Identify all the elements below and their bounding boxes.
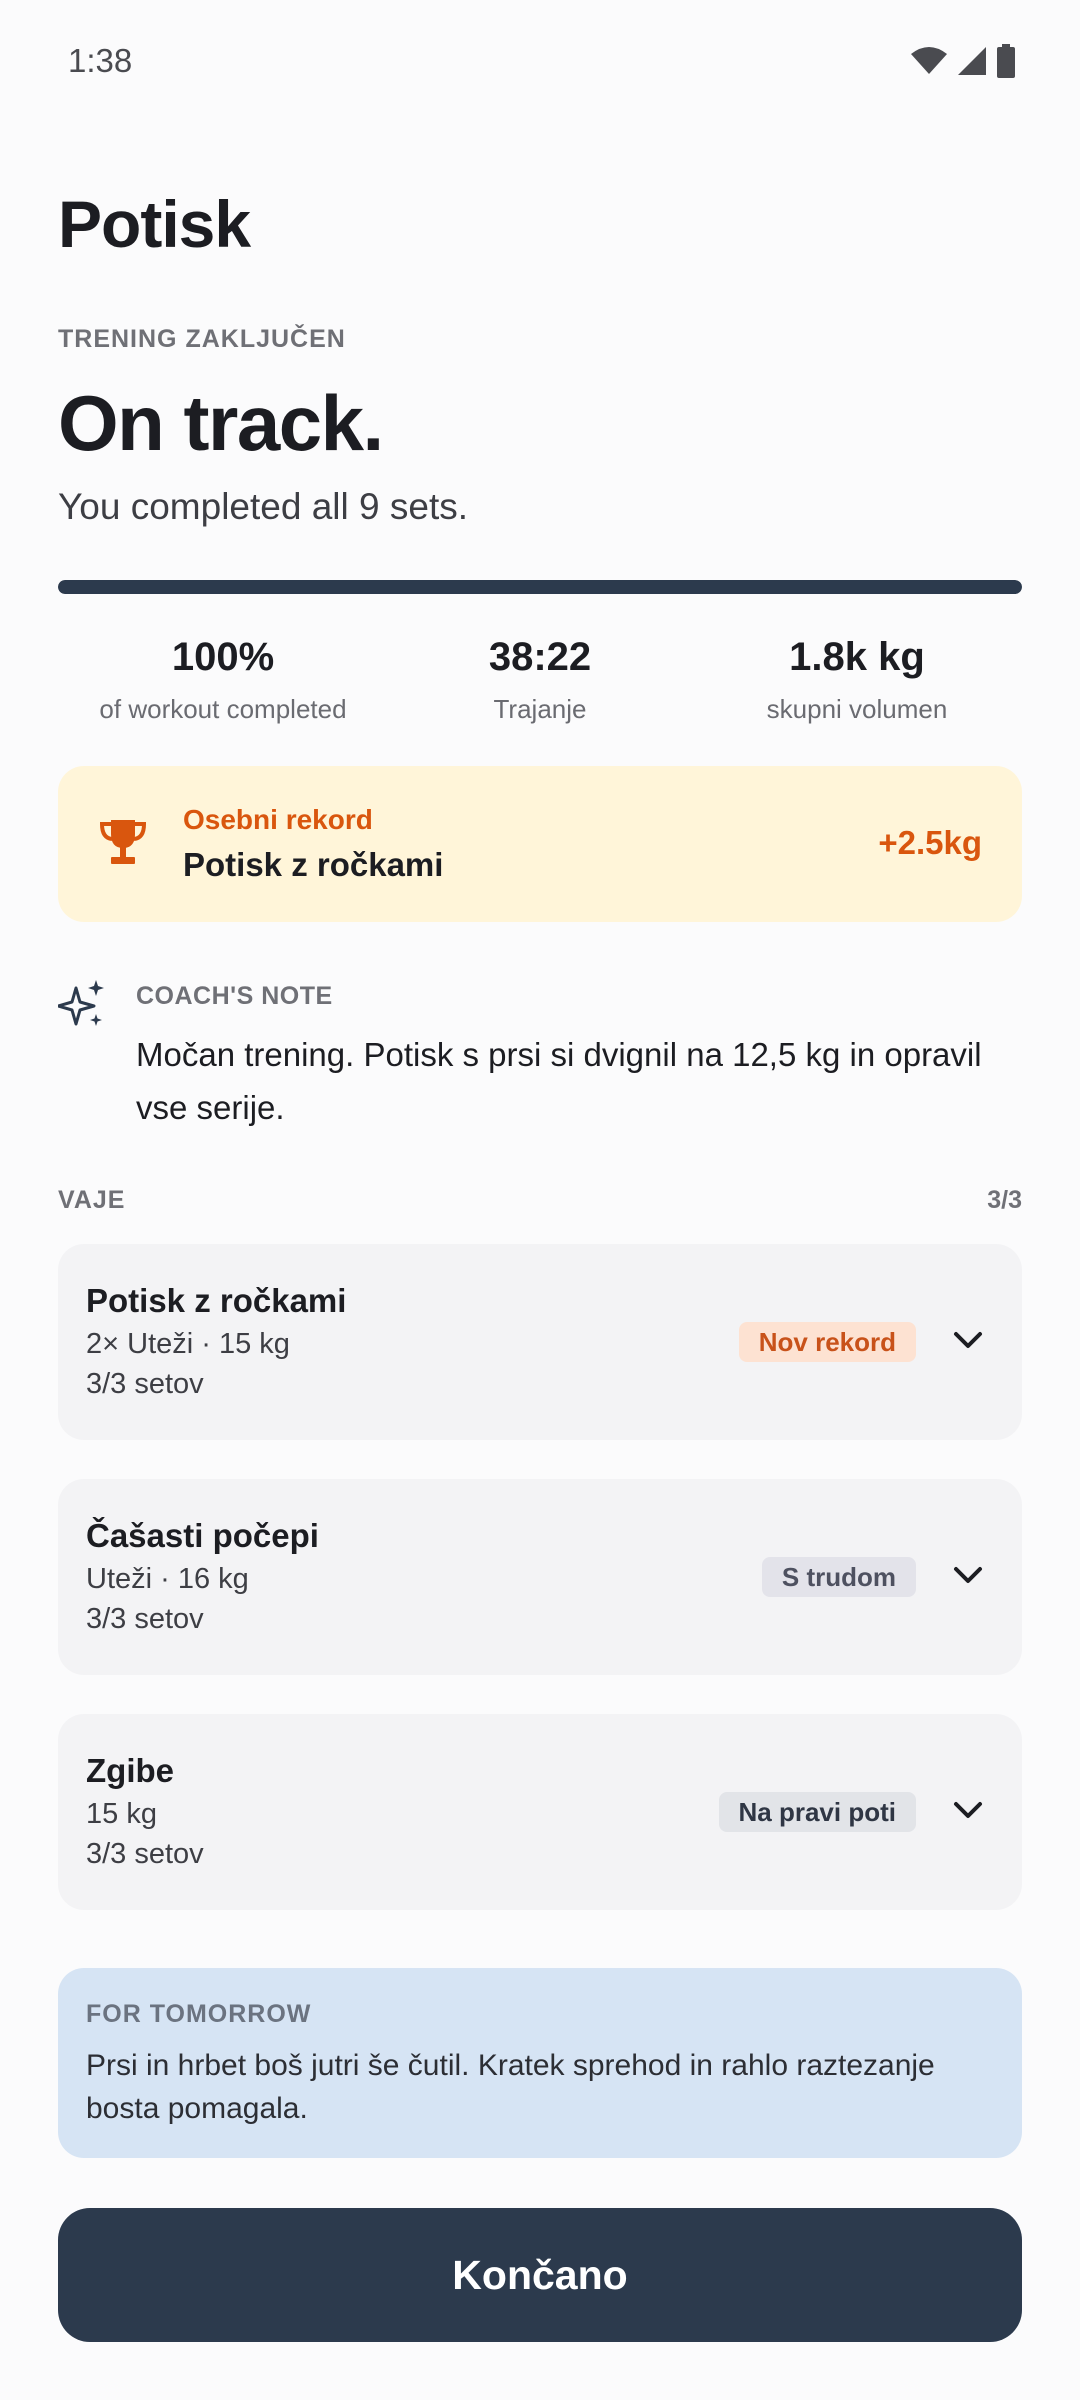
exercises-count: 3/3 — [987, 1186, 1022, 1214]
status-badge: Nov rekord — [738, 1322, 916, 1362]
status-badge: S trudom — [761, 1557, 916, 1597]
result-headline: On track. — [58, 379, 384, 467]
exercise-detail: 2× Uteži · 15 kg — [86, 1328, 290, 1360]
exercise-name: Zgibe — [86, 1752, 174, 1789]
exercise-sets: 3/3 setov — [86, 1838, 204, 1870]
wifi-icon — [911, 47, 947, 74]
coach-note-text: Močan trening. Potisk s prsi si dvignil … — [136, 1036, 982, 1126]
record-eyebrow: Osebni rekord — [183, 804, 373, 835]
page-title: Potisk — [58, 187, 251, 261]
status-time: 1:38 — [68, 42, 133, 79]
exercise-card[interactable]: Potisk z ročkami 2× Uteži · 15 kg 3/3 se… — [58, 1244, 1022, 1440]
signal-icon — [958, 47, 986, 75]
coach-note-label: COACH'S NOTE — [136, 982, 333, 1010]
stat-value: 100% — [171, 635, 275, 679]
exercise-sets: 3/3 setov — [86, 1368, 204, 1400]
stat-volume: 1.8k kg skupni volumen — [692, 632, 1022, 725]
workout-progress-fill — [58, 580, 1022, 594]
stats-row: 100% of workout completed 38:22 Trajanje… — [58, 632, 1022, 732]
result-subhead: You completed all 9 sets. — [58, 486, 468, 527]
battery-icon — [997, 44, 1015, 78]
done-button[interactable]: Končano — [58, 2208, 1022, 2342]
chevron-down-icon[interactable] — [952, 1326, 984, 1354]
exercise-detail: 15 kg — [86, 1798, 157, 1830]
completion-eyebrow: TRENING ZAKLJUČEN — [58, 325, 346, 353]
exercise-card[interactable]: Zgibe 15 kg 3/3 setov Na pravi poti — [58, 1714, 1022, 1910]
tomorrow-label: FOR TOMORROW — [86, 2000, 312, 2028]
tomorrow-text: Prsi in hrbet boš jutri še čutil. Kratek… — [86, 2049, 935, 2125]
stat-label: Trajanje — [493, 694, 587, 724]
exercise-name: Čašasti počepi — [86, 1517, 319, 1554]
stat-label: skupni volumen — [766, 694, 948, 724]
stat-value: 1.8k kg — [789, 635, 925, 679]
exercise-sets: 3/3 setov — [86, 1603, 204, 1635]
stat-value: 38:22 — [488, 635, 592, 679]
sparkle-icon — [58, 980, 104, 1026]
trophy-icon — [100, 820, 146, 864]
exercises-section-label: VAJE — [58, 1186, 126, 1214]
stat-duration: 38:22 Trajanje — [375, 632, 705, 725]
exercise-detail: Uteži · 16 kg — [86, 1563, 249, 1595]
chevron-down-icon[interactable] — [952, 1561, 984, 1589]
chevron-down-icon[interactable] — [952, 1796, 984, 1824]
exercise-card[interactable]: Čašasti počepi Uteži · 16 kg 3/3 setov S… — [58, 1479, 1022, 1675]
status-bar: 1:38 — [0, 0, 1080, 124]
workout-progress-bar — [58, 580, 1022, 594]
status-badge: Na pravi poti — [718, 1792, 916, 1832]
personal-record-card: Osebni rekord Potisk z ročkami +2.5kg — [58, 766, 1022, 922]
status-icons — [910, 44, 1016, 78]
record-delta: +2.5kg — [878, 824, 982, 861]
stat-label: of workout completed — [99, 694, 347, 724]
stat-completion: 100% of workout completed — [58, 632, 388, 725]
record-exercise-name: Potisk z ročkami — [183, 846, 444, 883]
exercise-name: Potisk z ročkami — [86, 1282, 347, 1319]
tomorrow-card: FOR TOMORROW Prsi in hrbet boš jutri še … — [58, 1968, 1022, 2158]
